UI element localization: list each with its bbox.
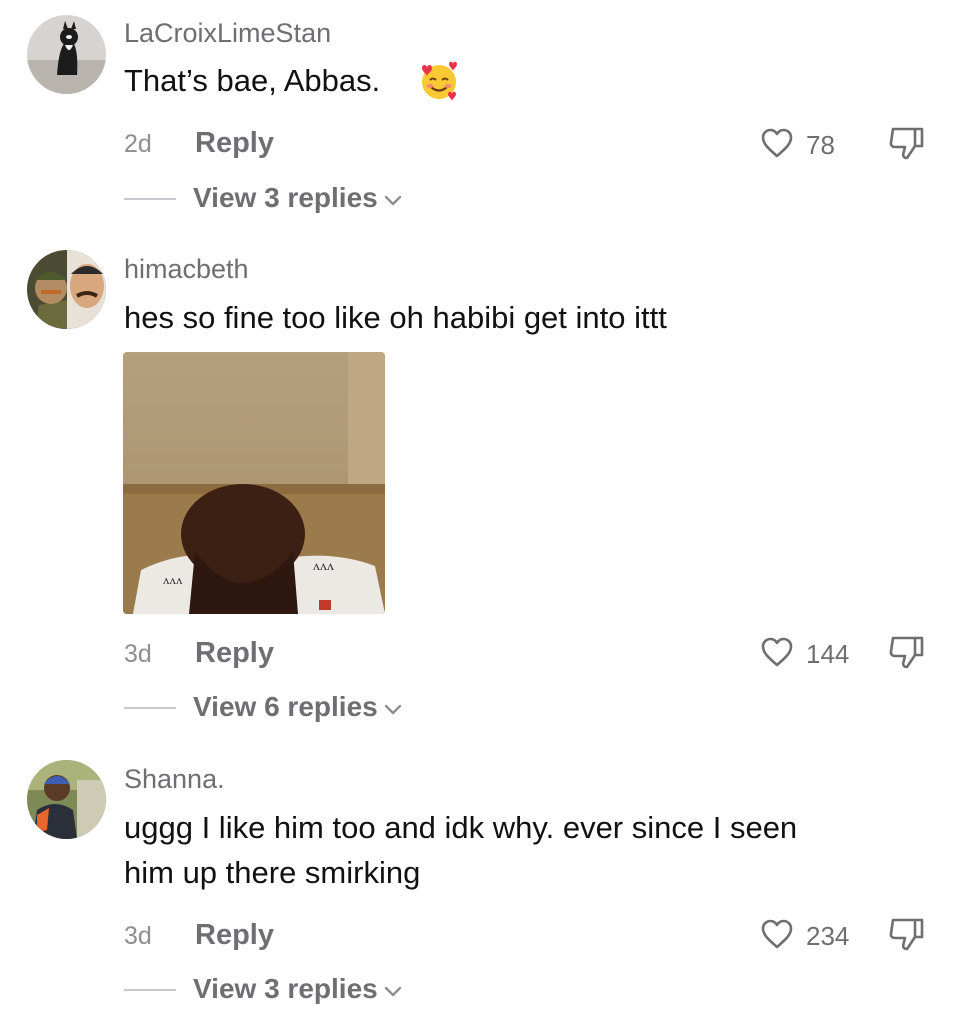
replies-divider <box>124 989 176 991</box>
attachment-photo: ʌʌʌ ʌʌʌ <box>123 352 385 614</box>
avatar-image <box>27 15 106 94</box>
avatar[interactable] <box>27 15 106 94</box>
comment-text-line: uggg I like him too and idk why. ever si… <box>124 810 798 845</box>
smiling-face-with-hearts-icon <box>422 61 457 101</box>
comment-username[interactable]: LaCroixLimeStan <box>124 18 331 49</box>
comment-text: That’s bae, Abbas. <box>124 63 381 98</box>
view-replies-button[interactable]: View 6 replies <box>193 691 402 723</box>
comment-text: hes so fine too like oh habibi get into … <box>124 300 667 335</box>
chevron-down-icon <box>384 195 401 205</box>
replies-divider <box>124 707 176 709</box>
comment-text: uggg I like him too and idk why. ever si… <box>124 805 924 895</box>
heart-outline-icon[interactable] <box>760 636 794 668</box>
reply-button[interactable]: Reply <box>195 919 274 952</box>
thumbs-down-outline-icon[interactable] <box>887 125 927 161</box>
like-count: 144 <box>806 639 850 669</box>
avatar-image <box>27 760 106 839</box>
comment-username[interactable]: Shanna. <box>124 764 225 795</box>
avatar[interactable] <box>27 250 106 329</box>
view-replies-button[interactable]: View 3 replies <box>193 973 402 1005</box>
chevron-down-icon <box>384 704 401 714</box>
view-replies-button[interactable]: View 3 replies <box>193 182 402 214</box>
shirt-pattern: ʌʌʌ <box>313 559 334 574</box>
view-replies-label: View 3 replies <box>193 182 378 213</box>
thumbs-down-outline-icon[interactable] <box>887 916 927 952</box>
view-replies-label: View 3 replies <box>193 973 378 1004</box>
shirt-pattern: ʌʌʌ <box>163 572 183 587</box>
avatar-image <box>27 250 106 329</box>
heart-outline-icon[interactable] <box>760 127 794 159</box>
comment-image-attachment[interactable]: ʌʌʌ ʌʌʌ <box>123 352 385 614</box>
like-count: 78 <box>806 130 835 160</box>
view-replies-label: View 6 replies <box>193 691 378 722</box>
comment-timestamp: 2d <box>124 130 152 158</box>
comment-text-line: him up there smirking <box>124 855 421 890</box>
reply-button[interactable]: Reply <box>195 637 274 670</box>
avatar[interactable] <box>27 760 106 839</box>
reply-button[interactable]: Reply <box>195 127 274 160</box>
chevron-down-icon <box>384 986 401 996</box>
replies-divider <box>124 198 176 200</box>
comment-timestamp: 3d <box>124 922 152 950</box>
like-count: 234 <box>806 921 850 951</box>
heart-outline-icon[interactable] <box>760 918 794 950</box>
comment-timestamp: 3d <box>124 640 152 668</box>
comment-username[interactable]: himacbeth <box>124 254 249 285</box>
thumbs-down-outline-icon[interactable] <box>887 634 927 670</box>
